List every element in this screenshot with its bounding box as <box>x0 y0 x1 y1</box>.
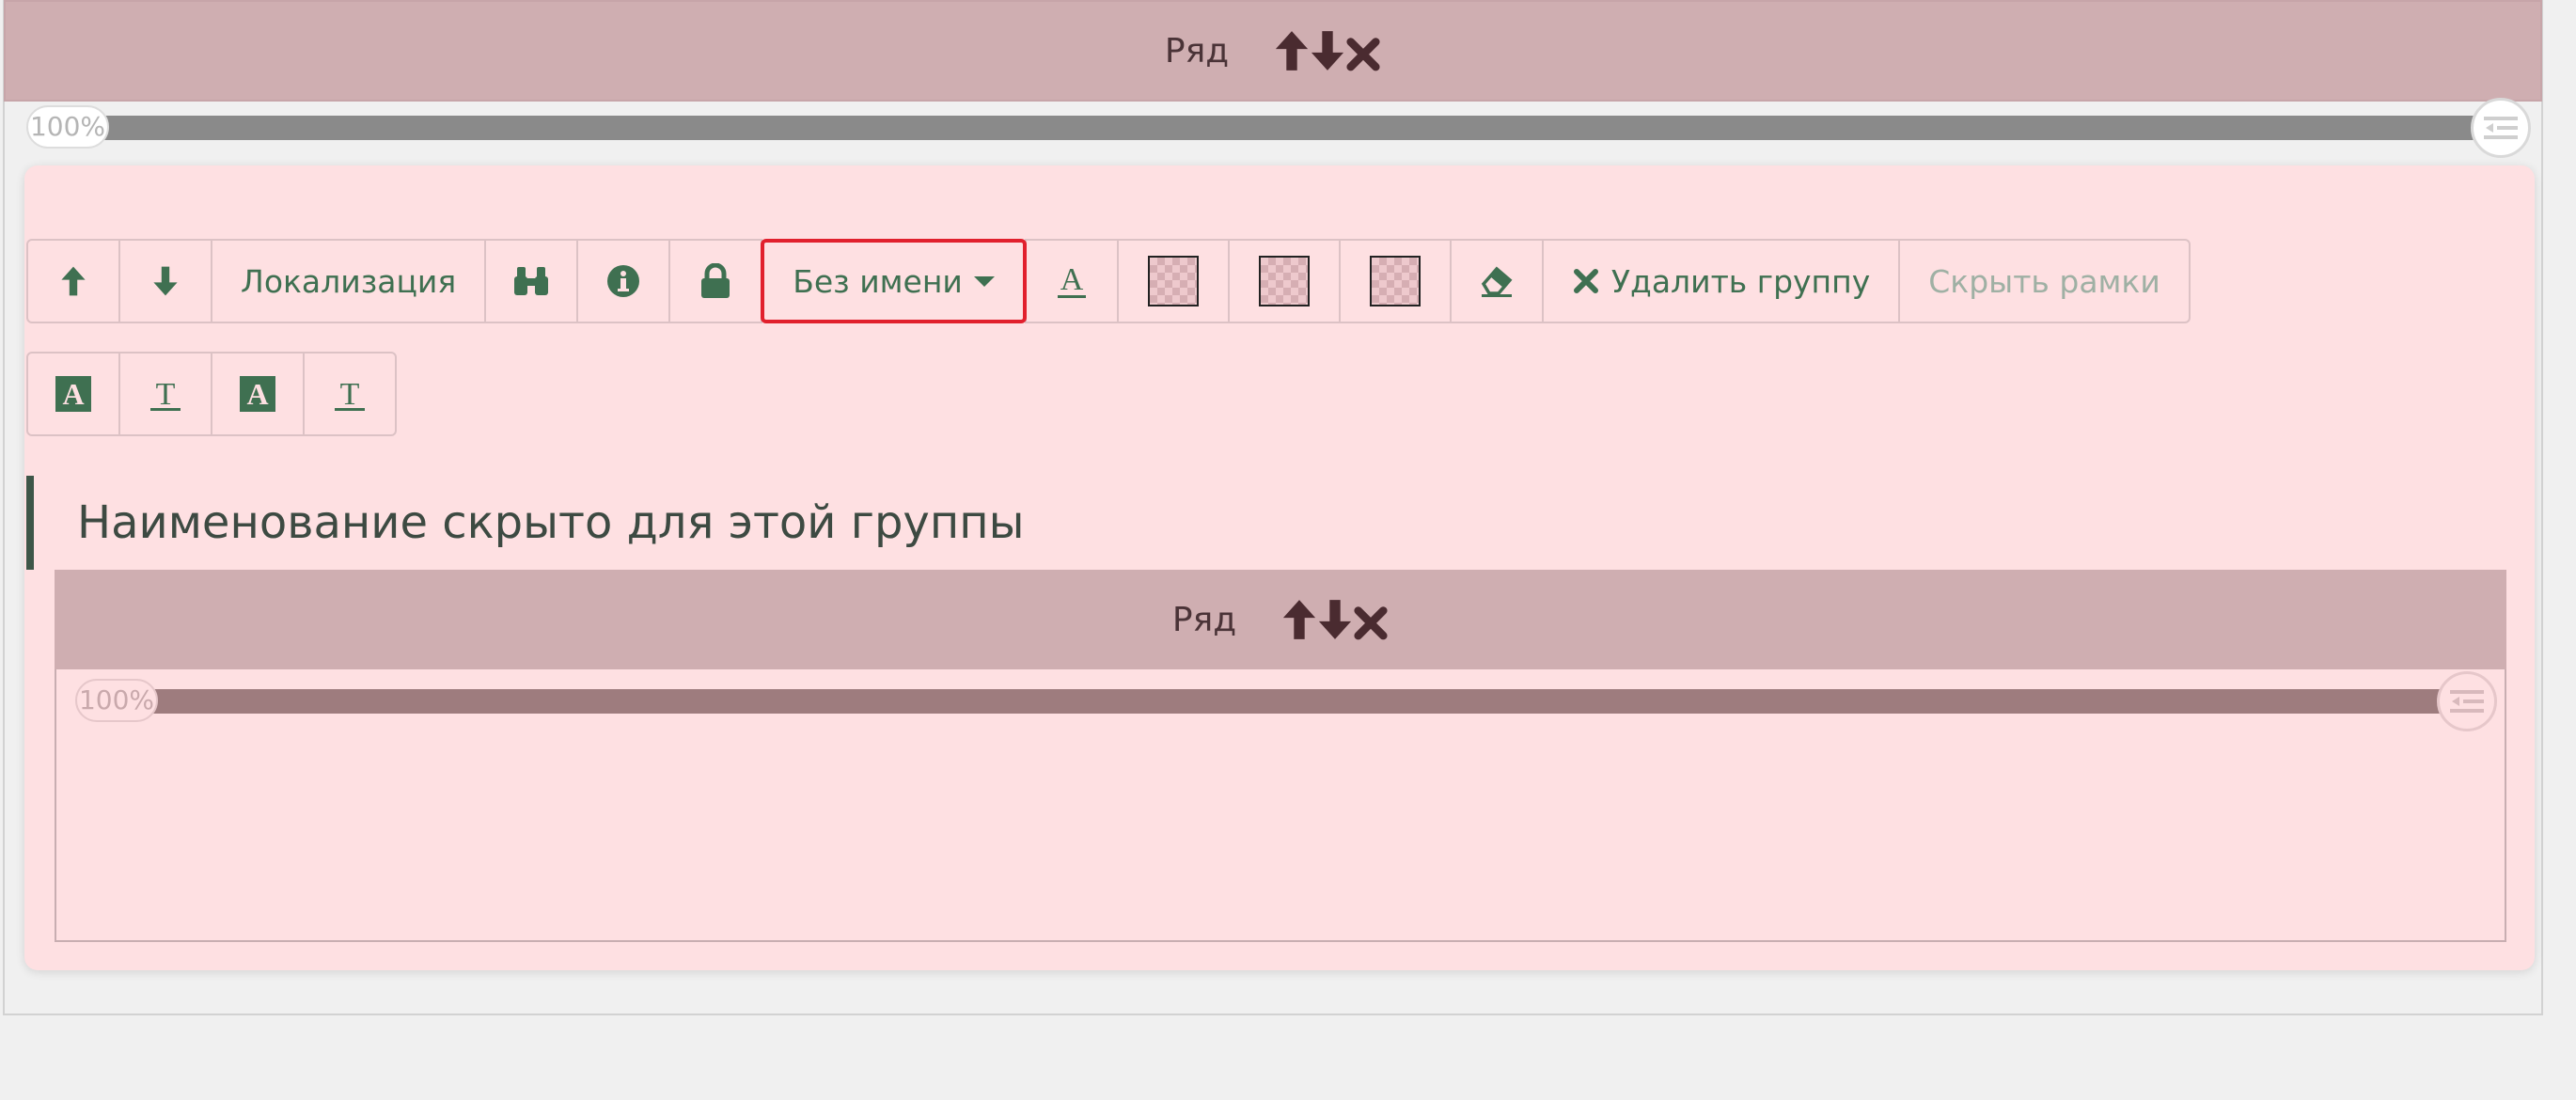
eraser-icon <box>1481 266 1513 297</box>
svg-text:T: T <box>156 377 176 412</box>
slider-percent-label: 100% <box>75 679 158 722</box>
title-font-boxed-button[interactable]: A <box>26 352 120 436</box>
slider-track[interactable] <box>132 689 2478 714</box>
inner-row-header: Ряд <box>55 570 2506 669</box>
svg-text:A: A <box>1060 262 1084 297</box>
text-style-toolbar: A T A T <box>26 352 397 436</box>
close-icon <box>1573 269 1598 293</box>
move-up-button[interactable] <box>26 239 120 323</box>
row-delete-icon[interactable] <box>1345 29 1381 72</box>
group-panel: Локализация Без имени A Удалить группу С… <box>24 165 2535 970</box>
background-swatch-button-1[interactable] <box>1116 239 1230 323</box>
inner-row-bar: Ряд <box>55 570 2506 669</box>
arrow-down-icon <box>153 266 178 296</box>
font-boxed-icon: A <box>240 376 275 412</box>
inner-row: Ряд 100% <box>55 570 2506 942</box>
checker-swatch-icon <box>1147 256 1199 306</box>
hide-frames-button[interactable]: Скрыть рамки <box>1898 239 2191 323</box>
inner-row-label: Ряд <box>1171 600 1237 639</box>
group-name-dropdown[interactable]: Без имени <box>761 239 1027 323</box>
title-text-style-button[interactable]: T <box>118 352 212 436</box>
text-type-icon: T <box>335 377 365 412</box>
delete-group-button[interactable]: Удалить группу <box>1541 239 1901 323</box>
background-swatch-button-2[interactable] <box>1227 239 1341 323</box>
inner-row-move-up-icon[interactable] <box>1281 598 1317 641</box>
slider-handle-icon[interactable] <box>2437 671 2497 731</box>
inner-row-move-down-icon[interactable] <box>1317 598 1353 641</box>
inner-row-width-slider[interactable]: 100% <box>75 671 2497 731</box>
text-color-button[interactable]: A <box>1024 239 1119 323</box>
eraser-button[interactable] <box>1449 239 1544 323</box>
group-title: Наименование скрыто для этой группы <box>26 476 1024 570</box>
move-down-button[interactable] <box>118 239 212 323</box>
body-font-boxed-button[interactable]: A <box>211 352 305 436</box>
font-boxed-icon: A <box>55 376 91 412</box>
top-row-header: Ряд <box>6 2 2540 100</box>
svg-text:T: T <box>340 377 360 412</box>
slider-handle-icon[interactable] <box>2471 98 2531 158</box>
binoculars-button[interactable] <box>484 239 579 323</box>
group-toolbar: Локализация Без имени A Удалить группу С… <box>26 239 2191 323</box>
delete-group-label: Удалить группу <box>1610 262 1871 300</box>
slider-percent-label: 100% <box>26 105 109 149</box>
localization-button[interactable]: Локализация <box>211 239 487 323</box>
row-move-up-icon[interactable] <box>1274 29 1310 72</box>
svg-text:A: A <box>62 377 84 411</box>
background-swatch-button-3[interactable] <box>1338 239 1452 323</box>
lock-button[interactable] <box>668 239 763 323</box>
top-row-label: Ряд <box>1164 31 1230 71</box>
info-button[interactable] <box>576 239 671 323</box>
slider-track[interactable] <box>83 116 2512 140</box>
arrow-up-icon <box>61 266 86 296</box>
top-row-width-slider[interactable]: 100% <box>26 98 2531 158</box>
info-icon <box>607 265 640 297</box>
top-row-bar: Ряд <box>4 0 2542 102</box>
checker-swatch-icon <box>1369 256 1421 306</box>
svg-text:A: A <box>246 377 268 411</box>
row-move-down-icon[interactable] <box>1310 29 1345 72</box>
lock-icon <box>701 263 730 298</box>
text-type-icon: T <box>150 377 181 412</box>
text-color-icon: A <box>1057 262 1086 298</box>
inner-row-delete-icon[interactable] <box>1353 598 1389 641</box>
checker-swatch-icon <box>1258 256 1310 306</box>
group-name-dropdown-label: Без имени <box>793 262 963 300</box>
binoculars-icon <box>514 267 549 295</box>
chevron-down-icon <box>973 275 995 287</box>
body-text-style-button[interactable]: T <box>303 352 397 436</box>
